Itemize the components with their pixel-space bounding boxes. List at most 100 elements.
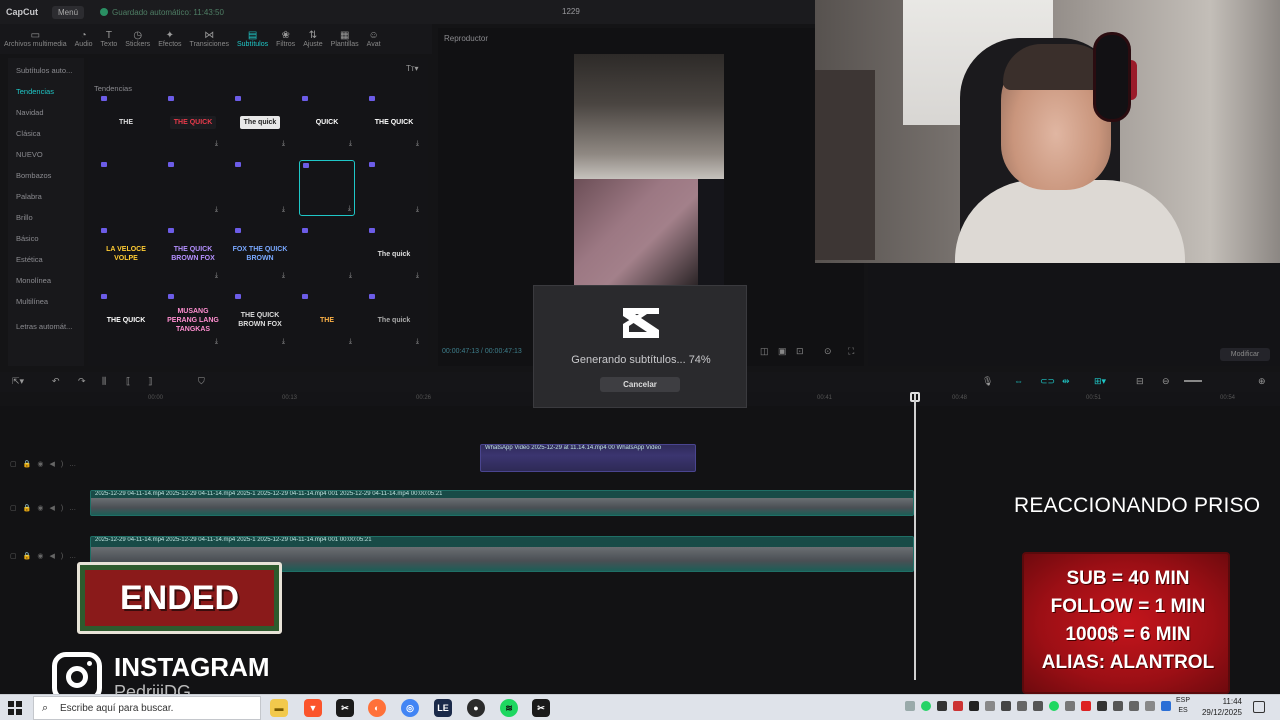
tray-icon-8[interactable] <box>1017 701 1027 711</box>
spotify-icon[interactable]: ≋ <box>500 699 518 717</box>
download-icon[interactable]: ⤓ <box>282 206 285 214</box>
capcut-taskbar-icon-2[interactable]: ✂ <box>532 699 550 717</box>
tool-effects[interactable]: ✦ Efectos <box>154 24 185 54</box>
shield-icon[interactable]: ⛉ <box>198 376 205 387</box>
split-icon[interactable]: ⫼ <box>102 376 106 387</box>
link-icon[interactable]: ⇔ <box>1014 376 1023 386</box>
tray-icon-4[interactable] <box>953 701 963 711</box>
sidebar-item-8[interactable]: Básico <box>8 228 84 249</box>
download-icon[interactable]: ⤓ <box>215 140 218 148</box>
template-cell[interactable]: The quick ⤓ <box>366 292 422 348</box>
sidebar-item-10[interactable]: Monolínea <box>8 270 84 291</box>
download-icon[interactable]: ⤓ <box>416 272 419 280</box>
split-left-icon[interactable]: ⟦ <box>126 376 130 387</box>
sidebar-footer[interactable]: Letras automát... <box>8 316 84 337</box>
sidebar-item-2[interactable]: Navidad <box>8 102 84 123</box>
spotify-tray-icon[interactable] <box>1049 701 1059 711</box>
template-cell[interactable]: THE QUICK BROWN FOX ⤓ <box>232 292 288 348</box>
template-cell[interactable]: THE QUICK ⤓ <box>165 94 221 150</box>
snap-icon[interactable]: ⇹ <box>1062 376 1070 387</box>
sidebar-header[interactable]: Subtítulos auto... <box>8 60 84 81</box>
magnet-icon[interactable]: ⊂⊃ <box>1040 376 1055 387</box>
fullscreen-icon[interactable]: ⛶ <box>848 346 854 357</box>
track-controls-1[interactable]: ▢🔒◉◀)… <box>10 460 82 468</box>
template-cell[interactable]: THE <box>98 94 154 150</box>
brave-icon[interactable]: ▼ <box>304 699 322 717</box>
template-cell[interactable]: The quick ⤓ <box>232 94 288 150</box>
cancel-button[interactable]: Cancelar <box>600 377 680 392</box>
template-cell[interactable]: THE ⤓ <box>299 292 355 348</box>
tray-icon-9[interactable] <box>1033 701 1043 711</box>
taskbar-search[interactable]: ⌕ Escribe aquí para buscar. <box>33 696 261 720</box>
taskbar-clock[interactable]: 11:44 29/12/2025 <box>1194 696 1242 718</box>
zoom-icon[interactable]: ⊡ <box>796 346 804 357</box>
file-explorer-icon[interactable]: ▬ <box>270 699 288 717</box>
ratio-icon[interactable]: ◫ <box>760 346 769 357</box>
tray-icon-6[interactable] <box>985 701 995 711</box>
template-cell[interactable]: THE QUICK ⤓ <box>366 94 422 150</box>
bluetooth-icon[interactable] <box>1161 701 1171 711</box>
sidebar-item-4[interactable]: NUEVO <box>8 144 84 165</box>
whatsapp-tray-icon[interactable] <box>921 701 931 711</box>
tool-media[interactable]: ▭ Archivos multimedia <box>0 24 71 54</box>
download-icon[interactable]: ⤓ <box>282 140 285 148</box>
template-cell[interactable]: FOX THE QUICK BROWN ⤓ <box>232 226 288 282</box>
tray-icon-14[interactable] <box>1113 701 1123 711</box>
template-cell[interactable]: The quick ⤓ <box>366 226 422 282</box>
tool-transitions[interactable]: ⋈ Transiciones <box>186 24 233 54</box>
download-icon[interactable]: ⤓ <box>349 140 352 148</box>
template-cell[interactable] <box>98 160 154 216</box>
windows-start-icon[interactable] <box>8 701 22 715</box>
download-icon[interactable]: ⤓ <box>416 338 419 346</box>
zoom-out-icon[interactable]: ⊖ <box>1162 376 1170 387</box>
tray-icon-15[interactable] <box>1129 701 1139 711</box>
download-icon[interactable]: ⤓ <box>215 206 218 214</box>
template-cell[interactable]: THE QUICK <box>98 292 154 348</box>
sidebar-item-7[interactable]: Brillo <box>8 207 84 228</box>
league-icon[interactable]: LE <box>434 699 452 717</box>
notification-icon[interactable] <box>1253 701 1265 713</box>
sidebar-item-9[interactable]: Estética <box>8 249 84 270</box>
sidebar-item-5[interactable]: Bombazos <box>8 165 84 186</box>
chrome-icon[interactable]: ◎ <box>401 699 419 717</box>
tool-filters[interactable]: ❀ Filtros <box>272 24 299 54</box>
undo-icon[interactable]: ↶ <box>52 376 60 387</box>
text-size-icon[interactable]: Tт▾ <box>406 64 419 73</box>
obs-icon[interactable]: ● <box>467 699 485 717</box>
language-indicator[interactable]: ESP ES <box>1176 696 1190 716</box>
tray-icon-5[interactable] <box>969 701 979 711</box>
template-cell[interactable]: MUSANG PERANG LANG TANGKAS ⤓ <box>165 292 221 348</box>
template-cell[interactable]: LA VELOCE VOLPE <box>98 226 154 282</box>
tray-icon-7[interactable] <box>1001 701 1011 711</box>
modify-button[interactable]: Modificar <box>1220 348 1270 361</box>
tool-avatar[interactable]: ☺ Avat <box>363 24 385 54</box>
template-cell[interactable]: ⤓ <box>165 160 221 216</box>
tool-adjust[interactable]: ⇅ Ajuste <box>299 24 326 54</box>
tool-text[interactable]: T Texto <box>97 24 122 54</box>
download-icon[interactable]: ⤓ <box>282 338 285 346</box>
download-icon[interactable]: ⤓ <box>349 338 352 346</box>
sidebar-item-6[interactable]: Palabra <box>8 186 84 207</box>
tray-icon-13[interactable] <box>1097 701 1107 711</box>
tool-subtitles[interactable]: ▤ Subtítulos <box>233 24 272 54</box>
tray-icon-11[interactable] <box>1065 701 1075 711</box>
tray-icon-3[interactable] <box>937 701 947 711</box>
tray-icon-12[interactable] <box>1081 701 1091 711</box>
zoom-in-icon[interactable]: ⊕ <box>1258 376 1266 387</box>
mic-icon[interactable]: 🎙 <box>982 376 993 387</box>
download-icon[interactable]: ⤓ <box>348 205 351 213</box>
download-icon[interactable]: ⤓ <box>416 206 419 214</box>
capcut-taskbar-icon[interactable]: ✂ <box>336 699 354 717</box>
download-icon[interactable]: ⤓ <box>349 272 352 280</box>
download-icon[interactable]: ⤓ <box>215 338 218 346</box>
tray-icon-16[interactable] <box>1145 701 1155 711</box>
zoom-slider[interactable] <box>1184 380 1202 382</box>
template-cell[interactable]: THE QUICK BROWN FOX ⤓ <box>165 226 221 282</box>
preview-axis-icon[interactable]: ⊞▾ <box>1094 376 1106 387</box>
fit-icon[interactable]: ⊟ <box>1136 376 1144 387</box>
template-cell[interactable]: ⤓ <box>299 160 355 216</box>
download-icon[interactable]: ⤓ <box>215 272 218 280</box>
track-controls-3[interactable]: ▢🔒◉◀)… <box>10 552 82 560</box>
firefox-icon[interactable]: ◐ <box>368 699 386 717</box>
sidebar-item-1[interactable]: Tendencias <box>8 81 84 102</box>
